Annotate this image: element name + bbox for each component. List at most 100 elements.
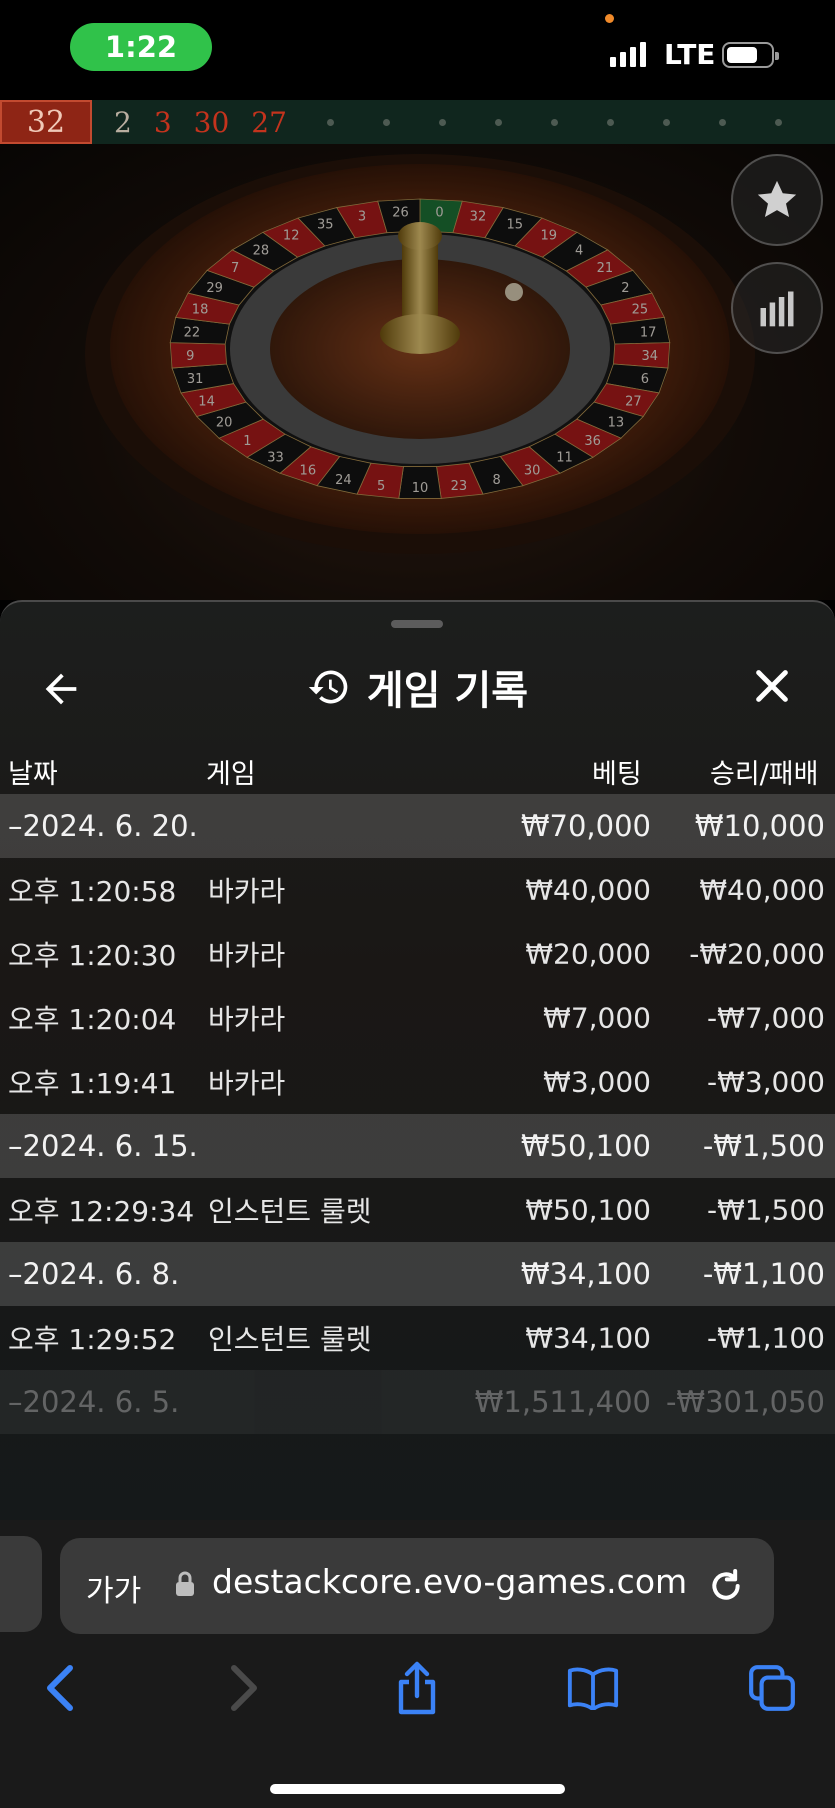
share-icon (398, 1661, 436, 1715)
row-time: 오후 1:20:58 (8, 875, 177, 908)
share-button[interactable] (389, 1660, 445, 1716)
browser-forward-button[interactable] (214, 1660, 270, 1716)
date-group-row[interactable]: –2024. 6. 8. ₩34,100 -₩1,100 (0, 1242, 835, 1306)
history-row[interactable]: 오후 1:20:04 바카라 ₩7,000 -₩7,000 (0, 986, 835, 1050)
group-date: –2024. 6. 8. (8, 1257, 180, 1291)
recent-result: 2 (114, 105, 132, 139)
row-win-loss: ₩40,000 (699, 873, 825, 907)
empty-result-dot (438, 118, 446, 126)
history-row[interactable]: 오후 1:29:52 인스턴트 룰렛 ₩34,100 -₩1,100 (0, 1306, 835, 1370)
row-game: 바카라 (208, 1067, 286, 1100)
close-icon[interactable] (752, 666, 792, 706)
row-bet: ₩34,100 (525, 1321, 651, 1355)
group-win-loss: ₩10,000 (694, 809, 825, 843)
group-bet: ₩50,100 (520, 1129, 651, 1163)
date-group-row[interactable]: –2024. 6. 15. ₩50,100 -₩1,500 (0, 1114, 835, 1178)
status-bar: 1:22 LTE (0, 0, 835, 100)
bookmarks-button[interactable] (565, 1660, 621, 1716)
row-win-loss: -₩3,000 (707, 1065, 825, 1099)
chevron-right-icon (231, 1665, 257, 1711)
tabs-button[interactable] (744, 1660, 800, 1716)
group-date: –2024. 6. 20. (8, 809, 198, 843)
sheet-grabber[interactable] (391, 620, 443, 628)
empty-result-dot (662, 118, 670, 126)
date-group-row[interactable]: –2024. 6. 5. ₩1,511,400 -₩301,050 (0, 1370, 835, 1434)
column-bet: 베팅 (592, 759, 642, 790)
book-icon (567, 1667, 619, 1710)
game-history-sheet: 게임 기록 날짜 게임 베팅 승리/패배 –2024. 6. 20. ₩70,0… (0, 600, 835, 1520)
history-row[interactable]: 오후 12:29:34 인스턴트 룰렛 ₩50,100 -₩1,500 (0, 1178, 835, 1242)
status-time[interactable]: 1:22 (70, 23, 212, 71)
roulette-video: 0321519421225173462713361130823105241633… (0, 144, 835, 600)
empty-result-dot (550, 118, 558, 126)
row-win-loss: -₩7,000 (707, 1001, 825, 1035)
text-size-button[interactable]: 가가 (86, 1566, 141, 1610)
row-game: 인스턴트 룰렛 (208, 1195, 372, 1228)
row-win-loss: -₩1,100 (707, 1321, 825, 1355)
row-win-loss: -₩20,000 (689, 937, 825, 971)
row-win-loss: -₩1,500 (707, 1193, 825, 1227)
back-arrow-icon[interactable] (38, 666, 84, 712)
sheet-title: 게임 기록 (366, 668, 529, 714)
row-time: 오후 1:29:52 (8, 1323, 177, 1356)
empty-result-dot (718, 118, 726, 126)
history-column-headers: 날짜 게임 베팅 승리/패배 (0, 742, 835, 794)
group-date: –2024. 6. 5. (8, 1385, 180, 1419)
address-bar[interactable]: 가가 destackcore.evo-games.com (60, 1538, 774, 1634)
sheet-header: 게임 기록 (0, 642, 835, 732)
favorite-button[interactable] (731, 154, 823, 246)
row-bet: ₩50,100 (525, 1193, 651, 1227)
recent-result: 27 (251, 105, 287, 139)
tabs-icon (749, 1665, 795, 1711)
url-text[interactable]: destackcore.evo-games.com (212, 1562, 687, 1601)
history-row[interactable]: 오후 1:20:58 바카라 ₩40,000 ₩40,000 (0, 858, 835, 922)
row-time: 오후 1:20:30 (8, 939, 177, 972)
recent-result: 3 (153, 105, 172, 139)
lock-icon (176, 1571, 194, 1596)
row-time: 오후 1:19:41 (8, 1067, 177, 1100)
browser-toolbar: 가가 destackcore.evo-games.com (0, 1520, 835, 1808)
browser-back-button[interactable] (34, 1660, 90, 1716)
privacy-indicator (605, 14, 614, 23)
group-bet: ₩1,511,400 (474, 1385, 651, 1419)
group-date: –2024. 6. 15. (8, 1129, 198, 1163)
date-group-row[interactable]: –2024. 6. 20. ₩70,000 ₩10,000 (0, 794, 835, 858)
history-list: –2024. 6. 20. ₩70,000 ₩10,000 오후 1:20:58… (0, 794, 835, 1434)
row-game: 바카라 (208, 875, 286, 908)
bar-chart-icon (760, 291, 794, 327)
empty-result-dot (326, 118, 334, 126)
row-game: 인스턴트 룰렛 (208, 1323, 372, 1356)
empty-result-dot (606, 118, 614, 126)
group-win-loss: -₩301,050 (665, 1385, 825, 1419)
column-win-loss: 승리/패배 (710, 759, 819, 790)
row-bet: ₩40,000 (525, 873, 651, 907)
recent-result: 30 (193, 105, 230, 139)
last-result: 32 (0, 100, 92, 144)
sheet-title-wrap: 게임 기록 (0, 642, 835, 732)
row-time: 오후 1:20:04 (8, 1003, 177, 1036)
history-row[interactable]: 오후 1:20:30 바카라 ₩20,000 -₩20,000 (0, 922, 835, 986)
column-game: 게임 (206, 759, 256, 790)
column-date: 날짜 (8, 759, 58, 790)
group-win-loss: -₩1,100 (702, 1257, 825, 1291)
roulette-wheel: 0321519421225173462713361130823105241633… (0, 144, 835, 600)
battery-icon (722, 42, 779, 68)
row-bet: ₩7,000 (543, 1001, 651, 1035)
row-game: 바카라 (208, 1003, 286, 1036)
history-row[interactable]: 오후 1:19:41 바카라 ₩3,000 -₩3,000 (0, 1050, 835, 1114)
chevron-left-icon (47, 1665, 73, 1711)
reload-icon[interactable] (706, 1566, 746, 1606)
history-icon (308, 670, 348, 704)
statistics-button[interactable] (731, 262, 823, 354)
row-time: 오후 12:29:34 (8, 1195, 195, 1228)
previous-tab-preview[interactable] (0, 1536, 42, 1632)
group-win-loss: -₩1,500 (702, 1129, 825, 1163)
row-game: 바카라 (208, 939, 286, 972)
empty-result-dot (494, 118, 502, 126)
row-bet: ₩20,000 (525, 937, 651, 971)
empty-result-dot (774, 118, 782, 126)
home-indicator[interactable] (270, 1784, 565, 1794)
signal-icon (610, 42, 646, 67)
star-icon (757, 180, 797, 218)
network-label: LTE (664, 38, 716, 71)
